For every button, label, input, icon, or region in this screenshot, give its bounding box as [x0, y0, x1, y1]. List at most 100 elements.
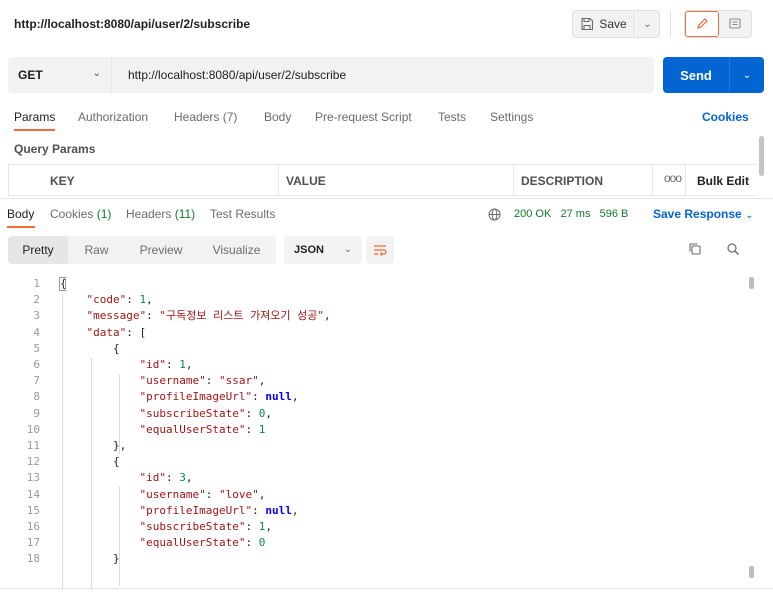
more-options-icon[interactable]: ooo [664, 171, 682, 185]
response-size[interactable]: 596 B [600, 208, 629, 220]
line-number: 18 [26, 552, 40, 566]
code-line: 14 "username": "love", [0, 487, 773, 503]
raw-button[interactable]: Raw [68, 236, 125, 264]
tab-test-results[interactable]: Test Results [210, 207, 275, 221]
tab-response-body[interactable]: Body [7, 207, 34, 221]
format-select[interactable]: JSON ⌄ [284, 236, 362, 264]
code-line: 8 "profileImageUrl": null, [0, 389, 773, 405]
line-number: 5 [33, 341, 40, 355]
tab-pre-request-script[interactable]: Pre-request Script [315, 110, 412, 124]
line-number: 8 [33, 390, 40, 404]
tab-headers[interactable]: Headers (7) [174, 110, 237, 124]
response-toolbar: Pretty Raw Preview Visualize JSON ⌄ [8, 236, 768, 264]
tab-tests[interactable]: Tests [438, 110, 466, 124]
code-text: "code": 1, [86, 293, 153, 307]
pretty-button[interactable]: Pretty [8, 236, 68, 264]
response-time[interactable]: 27 ms [560, 208, 590, 220]
view-mode-toggle [684, 10, 752, 38]
active-tab-indicator [7, 226, 35, 228]
save-label: Save [599, 17, 627, 31]
code-text: "id": 3, [139, 471, 193, 485]
save-response-button[interactable]: Save Response ⌄ [653, 207, 753, 221]
chevron-down-icon: ⌄ [92, 68, 101, 79]
column-divider [8, 165, 9, 196]
params-scrollbar[interactable] [759, 136, 764, 176]
line-number: 15 [26, 503, 40, 517]
code-line: 11 }, [0, 438, 773, 454]
line-number: 6 [33, 358, 40, 371]
wrap-lines-button[interactable] [366, 236, 394, 264]
code-text: "profileImageUrl": null, [139, 390, 299, 404]
bracket-match-highlight [59, 277, 66, 291]
pencil-icon [697, 18, 708, 29]
code-text: } [60, 552, 120, 566]
visualize-button[interactable]: Visualize [197, 236, 276, 264]
url-input[interactable]: http://localhost:8080/api/user/2/subscri… [112, 68, 346, 82]
code-text: { [60, 341, 120, 355]
response-body-viewer[interactable]: 1{2 "code": 1, 3 "message": "구독정보 리스트 가져오… [0, 276, 773, 586]
line-number: 17 [26, 536, 40, 550]
tab-authorization[interactable]: Authorization [78, 110, 148, 124]
tab-response-headers[interactable]: Headers (11) [126, 207, 195, 221]
code-scrollbar-thumb[interactable] [749, 566, 754, 578]
request-title: http://localhost:8080/api/user/2/subscri… [14, 17, 251, 31]
params-table-header: KEY VALUE DESCRIPTION ooo Bulk Edit [8, 164, 756, 196]
column-divider [278, 165, 279, 196]
edit-mode-button[interactable] [685, 11, 719, 37]
response-tabs: Body Cookies (1) Headers (11) Test Resul… [0, 204, 773, 230]
code-text: "data": [ [86, 325, 147, 339]
status-code[interactable]: 200 OK [514, 208, 551, 220]
globe-icon[interactable] [488, 208, 501, 221]
search-icon[interactable] [726, 242, 740, 256]
comment-icon [729, 18, 741, 29]
bulk-edit-button[interactable]: Bulk Edit [697, 174, 749, 188]
save-options-button[interactable]: ⌄ [636, 10, 660, 38]
method-label: GET [18, 68, 43, 82]
code-line: 7 "username": "ssar", [0, 373, 773, 389]
view-mode-group: Pretty Raw Preview Visualize [8, 236, 276, 264]
column-divider [513, 165, 514, 196]
line-number: 12 [26, 455, 40, 469]
tab-body[interactable]: Body [264, 110, 291, 124]
request-tabs: Params Authorization Headers (7) Body Pr… [0, 104, 773, 131]
cookies-link[interactable]: Cookies [702, 110, 749, 124]
tab-response-cookies[interactable]: Cookies (1) [50, 207, 111, 221]
save-button[interactable]: Save [572, 10, 635, 38]
response-status: 200 OK 27 ms 596 B [514, 208, 628, 220]
chevron-down-icon: ⌄ [742, 69, 752, 81]
column-value: VALUE [286, 174, 326, 188]
code-line: 17 "equalUserState": 0 [0, 535, 773, 551]
code-line: 5 { [0, 341, 773, 357]
send-button-group: Send ⌄ [663, 57, 764, 93]
code-line: 6 "id": 1, [0, 357, 773, 373]
divider [0, 588, 773, 589]
code-text: "id": 1, [139, 358, 193, 371]
method-select[interactable]: GET ⌄ [8, 57, 112, 93]
pane-divider[interactable] [0, 198, 773, 199]
indent-guide [62, 294, 63, 590]
send-options-button[interactable]: ⌄ [729, 57, 764, 93]
save-response-label: Save Response [653, 207, 742, 221]
chevron-down-icon: ⌄ [745, 210, 754, 221]
line-number: 13 [26, 471, 40, 485]
preview-button[interactable]: Preview [125, 236, 197, 264]
send-button[interactable]: Send [663, 57, 729, 93]
column-divider [652, 165, 653, 196]
query-params-title: Query Params [14, 142, 96, 156]
code-text: { [60, 455, 120, 469]
code-line: 2 "code": 1, [0, 292, 773, 308]
code-text: "message": "구독정보 리스트 가져오기 성공", [86, 309, 331, 323]
chevron-down-icon: ⌄ [343, 244, 352, 255]
tab-params[interactable]: Params [14, 110, 55, 124]
tab-label: Cookies [50, 207, 94, 221]
code-scrollbar-thumb[interactable] [749, 277, 754, 289]
line-number: 16 [26, 520, 40, 533]
code-line: 9 "subscribeState": 0, [0, 406, 773, 422]
tab-settings[interactable]: Settings [490, 110, 533, 124]
documentation-button[interactable] [719, 11, 751, 37]
indent-guide [119, 374, 120, 454]
code-line: 1{ [0, 276, 773, 292]
copy-icon[interactable] [688, 242, 702, 256]
code-line: 3 "message": "구독정보 리스트 가져오기 성공", [0, 308, 773, 324]
column-description: DESCRIPTION [521, 174, 604, 188]
